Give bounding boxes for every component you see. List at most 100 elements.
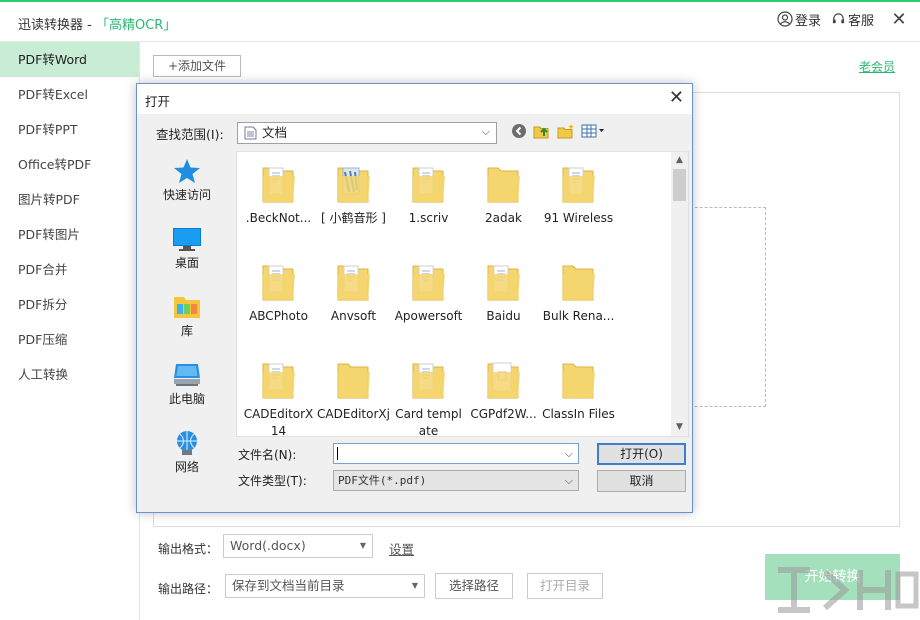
view-menu-icon[interactable]	[581, 124, 605, 138]
folder-icon	[559, 358, 599, 402]
chevron-down-icon: ⌵	[482, 122, 490, 142]
filetype-select[interactable]: PDF文件(*.pdf) ⌵	[333, 470, 579, 491]
settings-link[interactable]: 设置	[389, 539, 414, 558]
folder-icon	[409, 162, 449, 206]
file-item[interactable]: [ 小鹤音形 ]	[316, 158, 391, 256]
sidebar-item-pdf-to-word[interactable]: PDF转Word	[0, 42, 139, 77]
star-icon	[173, 158, 201, 184]
output-path-label: 输出路径：	[158, 580, 218, 597]
file-item[interactable]: Apowersoft	[391, 256, 466, 354]
file-list-view[interactable]: .BeckNot...[ 小鹤音形 ]1.scriv2adak91 Wirele…	[236, 151, 689, 437]
scroll-down-icon[interactable]: ▼	[671, 419, 688, 436]
choose-path-button[interactable]: 选择路径	[435, 573, 513, 599]
sidebar-item-pdf-to-ppt[interactable]: PDF转PPT	[0, 112, 139, 147]
folder-icon	[559, 162, 599, 206]
file-item[interactable]: CADEditorX 14	[241, 354, 316, 437]
folder-icon	[334, 260, 374, 304]
output-format-select[interactable]: Word(.docx) ▼	[223, 534, 373, 558]
service-label: 客服	[848, 10, 874, 29]
file-name: Baidu	[466, 308, 541, 325]
file-item[interactable]: ClassIn Files	[541, 354, 616, 437]
desktop-icon	[172, 226, 202, 252]
scrollbar-thumb[interactable]	[673, 169, 686, 201]
headset-icon	[831, 12, 846, 27]
sidebar-item-office-to-pdf[interactable]: Office转PDF	[0, 147, 139, 182]
open-button[interactable]: 打开(O)	[597, 443, 686, 465]
output-path-value: 保存到文档当前目录	[232, 578, 345, 593]
dialog-close-icon[interactable]: ✕	[669, 87, 684, 108]
new-folder-icon[interactable]	[557, 123, 575, 139]
title-bar: 迅读转换器 - 「高精OCR」 登录 客服 ✕	[0, 2, 920, 42]
open-directory-button[interactable]: 打开目录	[527, 573, 603, 599]
dialog-nav-toolbar	[511, 123, 611, 139]
file-item[interactable]: CADEditorXj	[316, 354, 391, 437]
file-item[interactable]: .BeckNot...	[241, 158, 316, 256]
look-in-label: 查找范围(I):	[156, 124, 224, 143]
output-format-label: 输出格式：	[158, 540, 218, 557]
place-quick-access[interactable]: 快速访问	[147, 158, 227, 220]
filename-input[interactable]: ⌵	[333, 443, 579, 464]
file-name: CGPdf2W...	[466, 406, 541, 423]
chevron-down-icon: ⌵	[565, 471, 573, 490]
place-desktop[interactable]: 桌面	[147, 226, 227, 288]
place-label: 桌面	[175, 256, 199, 270]
place-this-pc[interactable]: 此电脑	[147, 362, 227, 424]
network-icon	[172, 430, 202, 456]
file-item[interactable]: 1.scriv	[391, 158, 466, 256]
watermark-logo-icon	[770, 560, 920, 620]
folder-icon	[484, 260, 524, 304]
file-item[interactable]: CGPdf2W...	[466, 354, 541, 437]
chevron-down-icon: ▼	[360, 535, 366, 557]
chevron-down-icon[interactable]: ⌵	[565, 444, 573, 463]
file-name: CADEditorX 14	[241, 406, 316, 437]
sidebar-item-image-to-pdf[interactable]: 图片转PDF	[0, 182, 139, 217]
back-icon[interactable]	[511, 123, 527, 139]
file-name: Anvsoft	[316, 308, 391, 325]
close-icon[interactable]: ✕	[884, 9, 914, 30]
folder-icon	[334, 358, 374, 402]
sidebar-item-pdf-merge[interactable]: PDF合并	[0, 252, 139, 287]
place-library[interactable]: 库	[147, 294, 227, 356]
sidebar-item-pdf-to-image[interactable]: PDF转图片	[0, 217, 139, 252]
sidebar-item-pdf-split[interactable]: PDF拆分	[0, 287, 139, 322]
sidebar-item-pdf-to-excel[interactable]: PDF转Excel	[0, 77, 139, 112]
folder-icon	[484, 162, 524, 206]
place-label: 库	[181, 324, 193, 338]
file-name: 1.scriv	[391, 210, 466, 227]
folder-icon	[559, 260, 599, 304]
dialog-body: 查找范围(I): 文档 ⌵ 快速访问 桌面 库	[137, 114, 692, 512]
up-folder-icon[interactable]	[533, 123, 551, 139]
file-item[interactable]: Anvsoft	[316, 256, 391, 354]
open-file-dialog: 打开 ✕ 查找范围(I): 文档 ⌵ 快速访问 桌面	[136, 83, 693, 513]
place-network[interactable]: 网络	[147, 430, 227, 492]
file-item[interactable]: Card template	[391, 354, 466, 437]
file-name: Apowersoft	[391, 308, 466, 325]
file-name: [ 小鹤音形 ]	[316, 210, 391, 227]
file-item[interactable]: Bulk Rena...	[541, 256, 616, 354]
file-item[interactable]: ABCPhoto	[241, 256, 316, 354]
scroll-up-icon[interactable]: ▲	[671, 152, 688, 169]
output-format-value: Word(.docx)	[230, 538, 306, 553]
drop-zone-outline	[690, 207, 766, 407]
file-name: Card template	[391, 406, 466, 437]
folder-icon	[259, 162, 299, 206]
filename-label: 文件名(N):	[238, 446, 296, 463]
file-name: ABCPhoto	[241, 308, 316, 325]
text-caret	[337, 447, 338, 460]
sidebar-item-pdf-compress[interactable]: PDF压缩	[0, 322, 139, 357]
vertical-scrollbar[interactable]: ▲ ▼	[671, 152, 688, 436]
service-button[interactable]: 客服	[831, 10, 874, 29]
output-path-select[interactable]: 保存到文档当前目录 ▼	[225, 574, 425, 598]
add-file-button[interactable]: +添加文件	[153, 55, 241, 77]
place-label: 此电脑	[169, 392, 205, 406]
look-in-select[interactable]: 文档 ⌵	[237, 122, 497, 144]
sidebar-item-manual-convert[interactable]: 人工转换	[0, 357, 139, 392]
login-button[interactable]: 登录	[777, 10, 821, 29]
file-name: .BeckNot...	[241, 210, 316, 227]
file-item[interactable]: 91 Wireless	[541, 158, 616, 256]
user-icon	[777, 11, 793, 27]
file-item[interactable]: Baidu	[466, 256, 541, 354]
file-item[interactable]: 2adak	[466, 158, 541, 256]
vip-link[interactable]: 老会员	[859, 58, 895, 75]
cancel-button[interactable]: 取消	[597, 470, 686, 492]
